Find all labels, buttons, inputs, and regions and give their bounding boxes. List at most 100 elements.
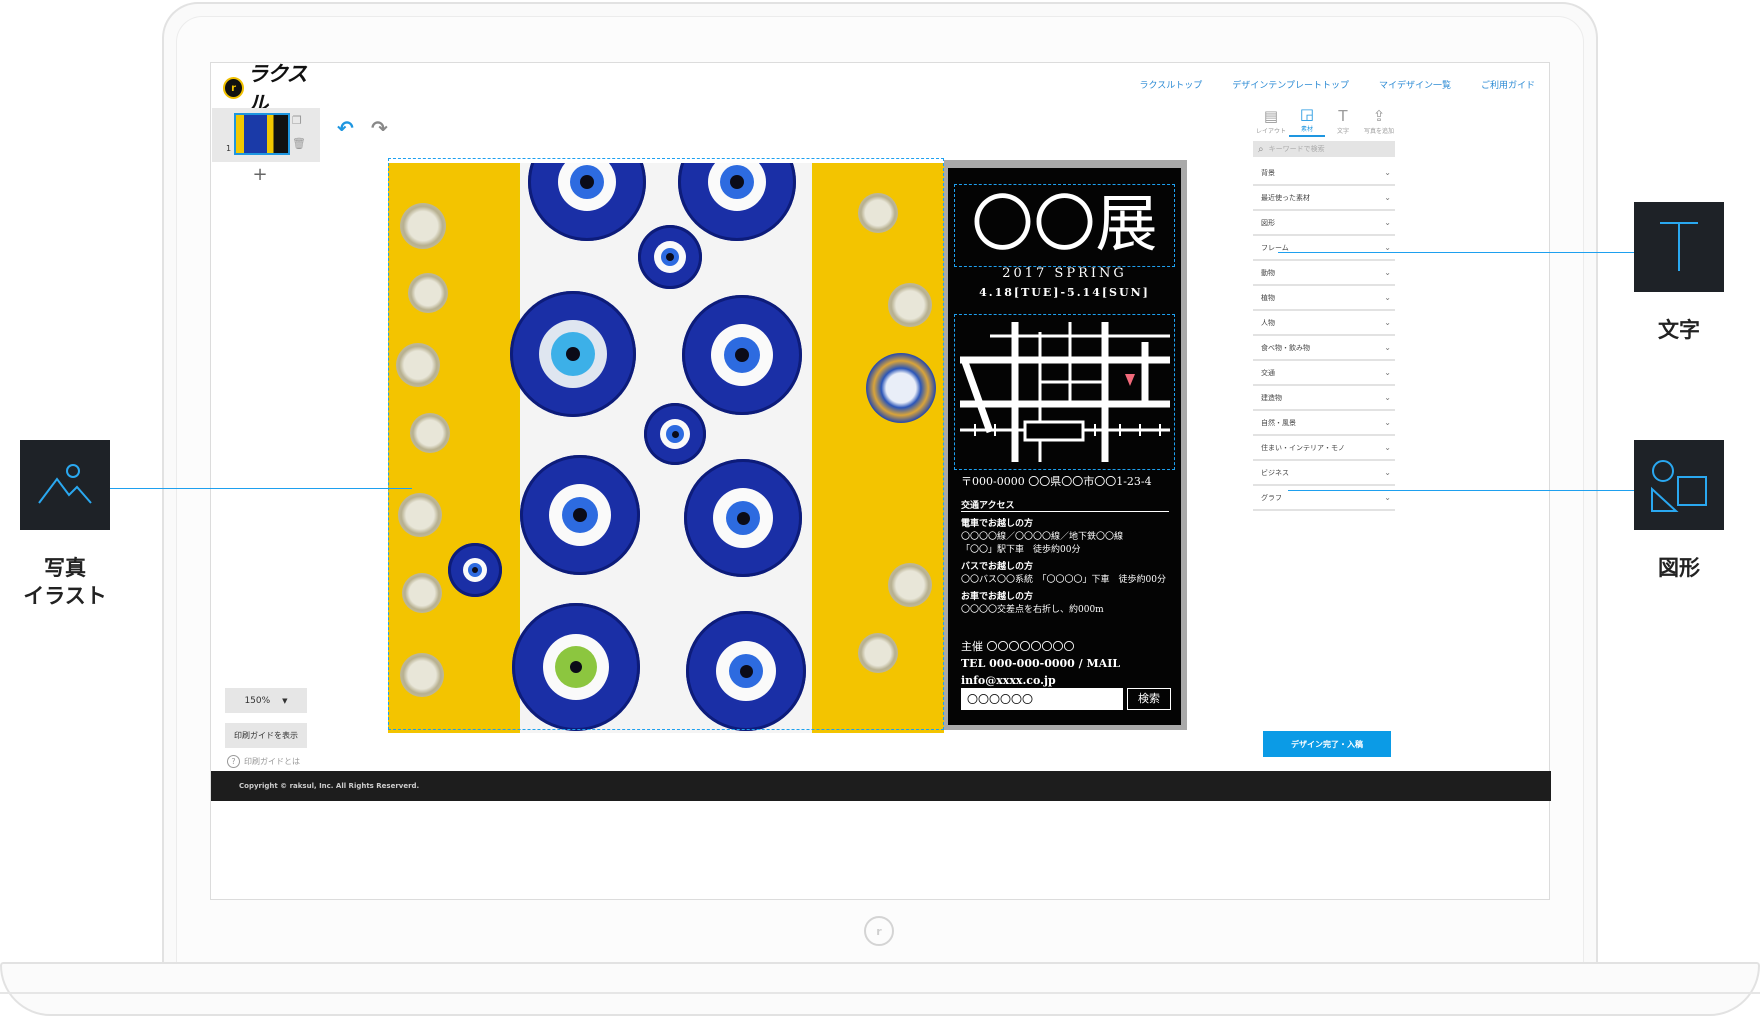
nav-link-guide[interactable]: ご利用ガイド (1481, 78, 1535, 91)
guide-help-link[interactable]: ? 印刷ガイドとは (227, 755, 300, 768)
poster-host: 主催 〇〇〇〇〇〇〇〇 (961, 640, 1075, 653)
map-pin-icon (1125, 374, 1135, 386)
callout-shape-label: 図形 (1658, 556, 1700, 580)
copyright-text: Copyright © raksul, Inc. All Rights Rese… (239, 782, 420, 790)
laptop-base-edge (0, 992, 1760, 994)
tool-tabs: ▤ レイアウト ◲ 素材 T 文字 ⇪ 写真を追加 (1253, 103, 1399, 137)
category-label: 住まい・インテリア・モノ (1261, 443, 1345, 452)
chevron-down-icon: ⌄ (1384, 318, 1391, 327)
category-item[interactable]: 住まい・インテリア・モノ ⌄ (1253, 436, 1395, 461)
category-label: 食べ物・飲み物 (1261, 343, 1310, 352)
brand-logo[interactable]: r ラクスル (223, 62, 323, 116)
finish-design-button[interactable]: デザイン完了・入稿 (1263, 731, 1391, 757)
chevron-down-icon: ⌄ (1384, 493, 1391, 502)
chevron-down-icon: ⌄ (1384, 293, 1391, 302)
chevron-down-icon: ⌄ (1384, 368, 1391, 377)
poster-search-button[interactable]: 検索 (1127, 688, 1171, 710)
tab-materials[interactable]: ◲ 素材 (1289, 103, 1325, 137)
category-item[interactable]: 植物 ⌄ (1253, 286, 1395, 311)
category-label: 建造物 (1261, 393, 1282, 402)
category-item[interactable]: 自然・風景 ⌄ (1253, 411, 1395, 436)
footer: Copyright © raksul, Inc. All Rights Rese… (211, 771, 1551, 801)
category-item[interactable]: 交通 ⌄ (1253, 361, 1395, 386)
nav-link-my-designs[interactable]: マイデザイン一覧 (1379, 78, 1451, 91)
undo-icon[interactable]: ↶ (337, 116, 359, 140)
shapes-icon (1651, 460, 1707, 512)
category-label: 人物 (1261, 318, 1275, 327)
chevron-down-icon: ⌄ (1384, 393, 1391, 402)
access-bus-line: 〇〇バス〇〇系統 「〇〇〇〇」下車 徒歩約00分 (961, 575, 1166, 585)
tab-layout[interactable]: ▤ レイアウト (1253, 103, 1289, 137)
chevron-down-icon: ⌄ (1384, 268, 1391, 277)
question-icon: ? (227, 755, 240, 768)
keyword-search-input[interactable]: ⌕ キーワードで検索 (1253, 141, 1395, 157)
chevron-down-icon: ⌄ (1384, 218, 1391, 227)
category-item[interactable]: 食べ物・飲み物 ⌄ (1253, 336, 1395, 361)
category-item[interactable]: フレーム ⌄ (1253, 236, 1395, 261)
tab-upload-photo[interactable]: ⇪ 写真を追加 (1361, 103, 1397, 137)
category-label: 自然・風景 (1261, 418, 1296, 427)
title-selection-frame (954, 184, 1175, 267)
callout-photo-line1: 写真 (44, 556, 86, 580)
poster-dates[interactable]: 4.18[TUE]-5.14[SUN] (948, 286, 1181, 299)
image-icon (38, 464, 92, 504)
access-train-heading: 電車でお越しの方 (961, 519, 1034, 529)
layout-icon: ▤ (1263, 107, 1279, 125)
delete-page-icon[interactable]: 🗑 (292, 137, 306, 151)
category-label: 最近使った素材 (1261, 193, 1310, 202)
brand-mark-icon: r (223, 77, 245, 99)
callout-text-label: 文字 (1658, 318, 1700, 342)
access-divider (961, 511, 1169, 512)
category-item[interactable]: 背景 ⌄ (1253, 161, 1395, 186)
chevron-down-icon: ⌄ (1384, 443, 1391, 452)
map-road (961, 360, 994, 434)
chevron-down-icon: ⌄ (1384, 243, 1391, 252)
copy-page-icon[interactable]: ❐ (292, 114, 306, 128)
callout-shape-box (1634, 440, 1724, 530)
chevron-down-icon: ⌄ (1384, 193, 1391, 202)
shapes-icon: ◲ (1299, 105, 1315, 123)
page-panel: 1 ❐ 🗑 (212, 108, 320, 162)
category-label: ビジネス (1261, 468, 1289, 477)
page-thumbnail[interactable] (234, 113, 290, 155)
category-item[interactable]: 人物 ⌄ (1253, 311, 1395, 336)
nav-link-template-top[interactable]: デザインテンプレートトップ (1232, 78, 1349, 91)
category-list: 背景 ⌄ 最近使った素材 ⌄ 図形 ⌄ フレーム ⌄ 動物 ⌄ 植物 ⌄ 人物 ⌄ 食べ物・飲… (1253, 161, 1395, 511)
tab-upload-label: 写真を追加 (1363, 128, 1394, 135)
nav-link-raksul-top[interactable]: ラクスルトップ (1140, 78, 1203, 91)
tab-layout-label: レイアウト (1255, 128, 1286, 135)
chevron-down-icon: ⌄ (1384, 468, 1391, 477)
category-label: グラフ (1261, 493, 1282, 502)
search-icon: ⌕ (1258, 143, 1264, 155)
poster-map[interactable] (960, 322, 1170, 462)
poster-address[interactable]: 〒000-0000 〇〇県〇〇市〇〇1-23-4 (961, 473, 1152, 489)
tab-text[interactable]: T 文字 (1325, 103, 1361, 137)
add-page-icon[interactable]: + (251, 166, 269, 184)
category-item[interactable]: 最近使った素材 ⌄ (1253, 186, 1395, 211)
category-item[interactable]: 図形 ⌄ (1253, 211, 1395, 236)
top-nav: ラクスルトップ デザインテンプレートトップ マイデザイン一覧 ご利用ガイド (1140, 78, 1536, 91)
category-label: 植物 (1261, 293, 1275, 302)
poster-access-heading[interactable]: 交通アクセス (961, 498, 1015, 511)
category-item[interactable]: ビジネス ⌄ (1253, 461, 1395, 486)
category-item[interactable]: 建造物 ⌄ (1253, 386, 1395, 411)
callout-connector-shape (1288, 490, 1634, 491)
category-label: 交通 (1261, 368, 1275, 377)
callout-connector-text (1278, 252, 1634, 253)
poster-search-box[interactable]: 〇〇〇〇〇〇 (961, 688, 1123, 710)
keyword-search-placeholder: キーワードで検索 (1268, 145, 1325, 153)
map-station (1023, 420, 1085, 442)
category-label: 背景 (1261, 168, 1275, 177)
zoom-select[interactable]: 150% ▼ (225, 688, 307, 713)
chevron-down-icon: ▼ (282, 696, 288, 705)
redo-icon[interactable]: ↷ (371, 116, 393, 140)
poster-year[interactable]: 2017 SPRING (948, 266, 1181, 281)
show-guide-button[interactable]: 印刷ガイドを表示 (225, 723, 307, 748)
text-icon: T (1338, 107, 1348, 125)
poster-tel: TEL 000-000-0000 / MAIL info@xxxx.co.jp (961, 657, 1121, 687)
editor-screen: r ラクスル ラクスルトップ デザインテンプレートトップ マイデザイン一覧 ご利… (210, 62, 1551, 900)
category-item[interactable]: 動物 ⌄ (1253, 261, 1395, 286)
photo-selection-frame (388, 158, 944, 730)
access-train-line: 「〇〇」駅下車 徒歩約00分 (961, 545, 1081, 555)
poster-access-details[interactable]: 電車でお越しの方 〇〇〇〇線／〇〇〇〇線／地下鉄〇〇線 「〇〇」駅下車 徒歩約0… (961, 518, 1176, 617)
